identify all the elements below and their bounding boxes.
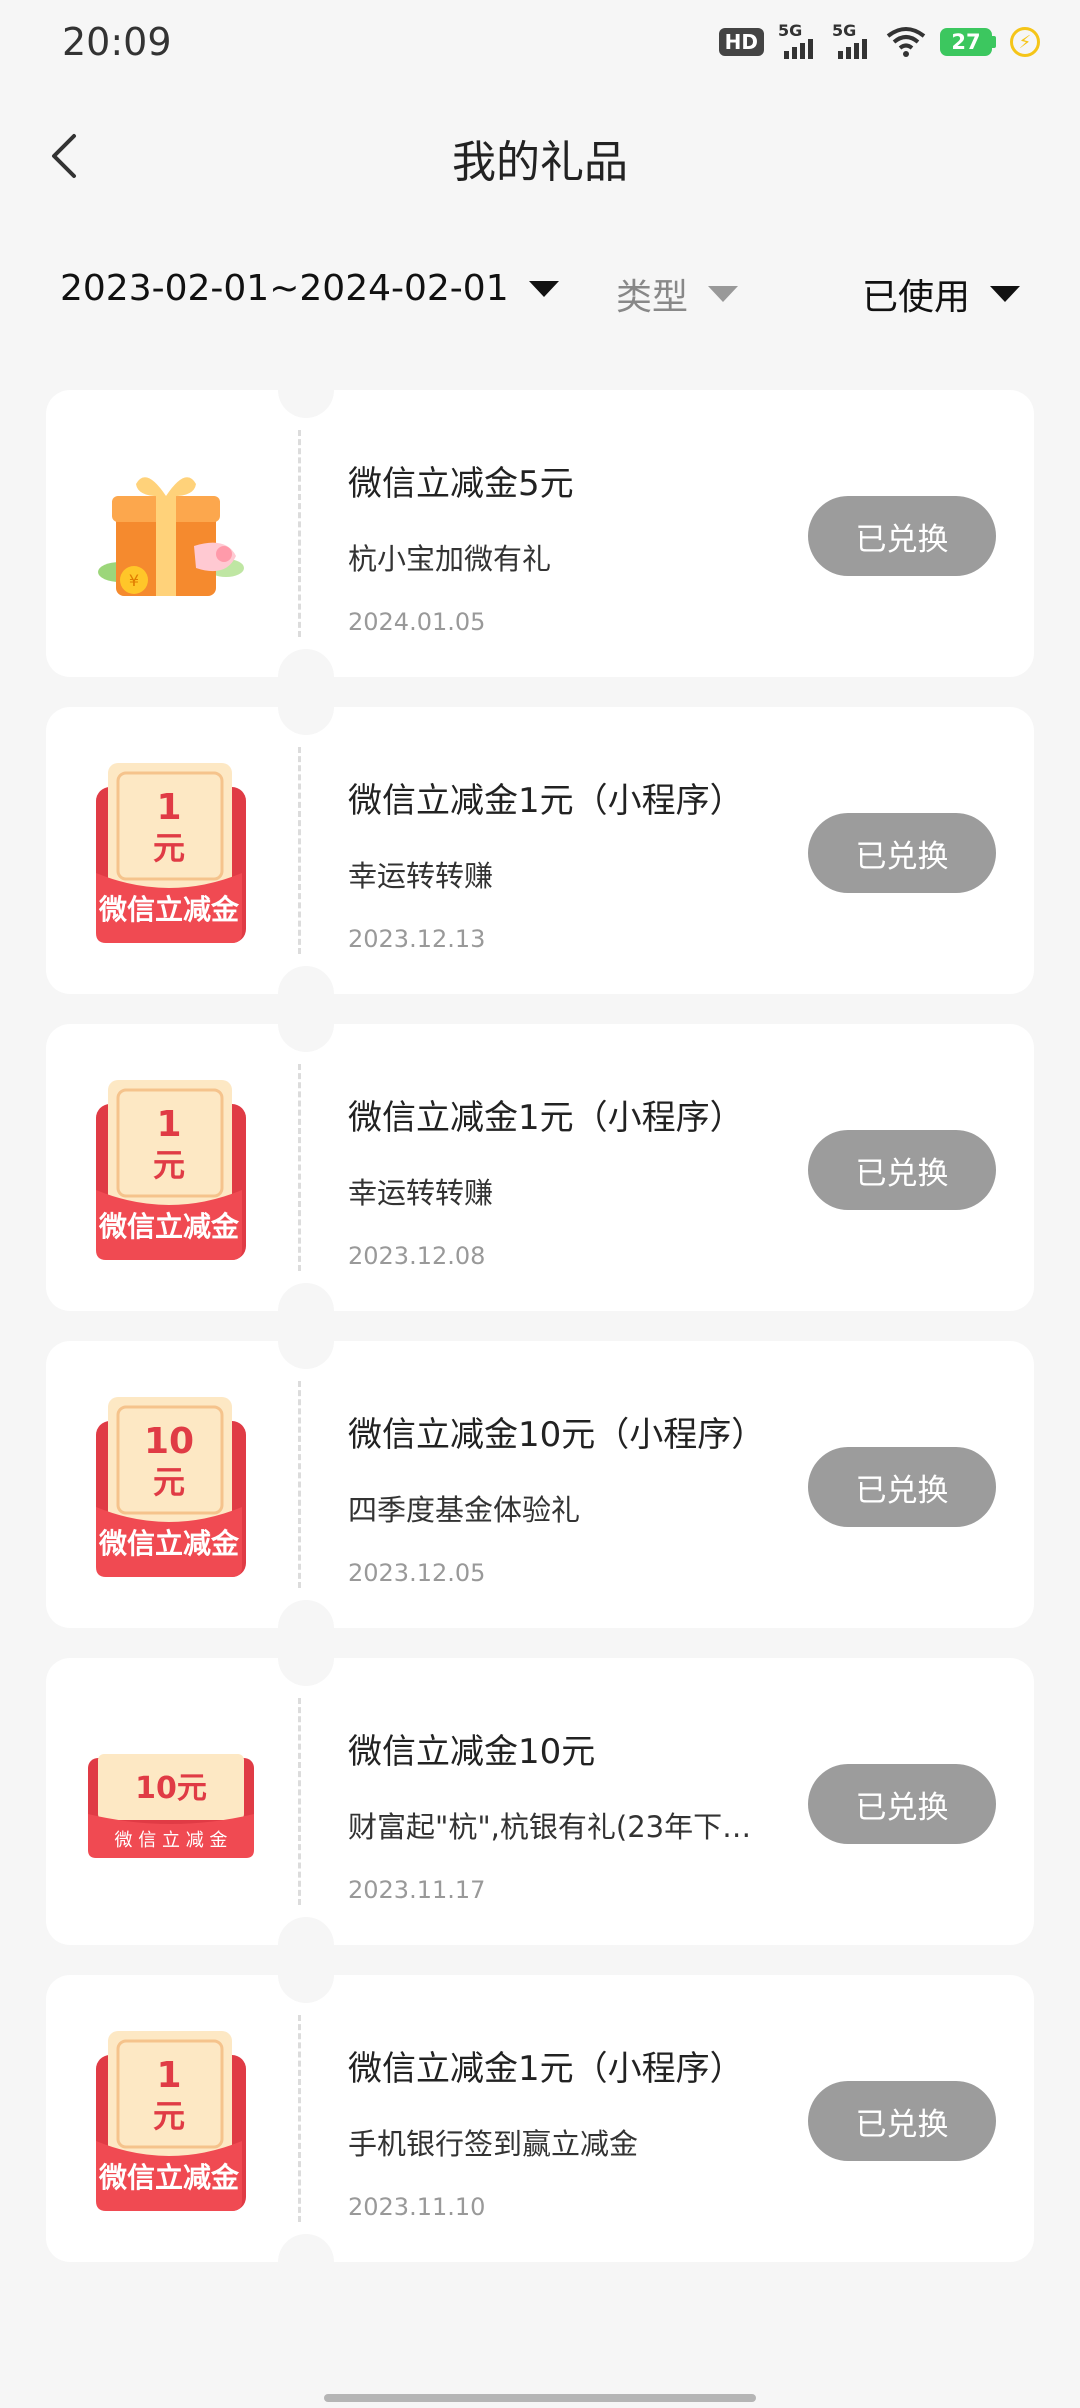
redeemed-button[interactable]: 已兑换 [808,2081,996,2161]
gift-date: 2023.12.08 [348,1242,486,1270]
red-envelope-icon: 1 元 微信立减金 [96,2031,246,2211]
gift-date: 2023.12.13 [348,925,486,953]
envelope-unit: 元 [153,1146,185,1184]
gift-card[interactable]: 1 元 微信立减金 微信立减金1元（小程序） 幸运转转赚 2023.12.13 … [46,679,1034,1022]
gift-date: 2024.01.05 [348,608,486,636]
envelope-unit: 元 [153,829,185,867]
envelope-unit: 元 [153,1463,185,1501]
envelope-caption: 微信立减金 [98,2161,240,2194]
type-filter[interactable]: 类型 [616,268,739,320]
home-indicator[interactable] [324,2394,756,2402]
red-envelope-icon: 1 元 微信立减金 [96,763,246,943]
red-envelope-icon: 1 元 微信立减金 [96,1080,246,1260]
gift-date: 2023.11.10 [348,2193,486,2221]
wifi-icon [886,27,926,57]
envelope-amount: 1 [156,2055,181,2096]
date-range-filter[interactable]: 2023-02-01~2024-02-01 [60,268,559,309]
redeemed-button[interactable]: 已兑换 [808,1447,996,1527]
dropdown-arrow-icon [528,280,559,297]
page-title: 我的礼品 [452,137,628,188]
gift-source: 幸运转转赚 [348,1176,494,1210]
status-filter[interactable]: 已使用 [862,268,1021,320]
gift-source: 幸运转转赚 [348,859,494,893]
gift-source: 手机银行签到赢立减金 [348,2127,639,2161]
gift-list: ¥ 微信立减金5元 杭小宝加微有礼 2024.01.05 已兑换 1 元 微信立… [46,362,1034,2292]
gift-card[interactable]: ¥ 微信立减金5元 杭小宝加微有礼 2024.01.05 已兑换 [46,362,1034,705]
envelope-caption: 微信立减金 [98,893,240,926]
status-icons: HD 5G 5G 27 ⚡ [718,21,1040,62]
dropdown-arrow-icon [708,286,739,302]
envelope-amount: 1 [156,1104,181,1145]
gift-card[interactable]: 1 元 微信立减金 微信立减金1元（小程序） 幸运转转赚 2023.12.08 … [46,996,1034,1339]
date-range-label: 2023-02-01~2024-02-01 [60,268,509,309]
gift-date: 2023.11.17 [348,1876,486,1904]
charging-icon: ⚡ [1010,27,1040,57]
gift-card[interactable]: 10元 微 信 立 减 金 微信立减金10元 财富起"杭",杭银有礼(23年下…… [46,1630,1034,1973]
gift-source: 四季度基金体验礼 [348,1493,581,1527]
battery-icon: 27 [940,28,996,56]
status-time: 20:09 [62,20,172,64]
gift-title: 微信立减金5元 [348,464,574,504]
envelope-caption: 微 信 立 减 金 [115,1830,228,1851]
signal-icon: 5G [778,21,818,59]
gift-source: 杭小宝加微有礼 [348,542,552,576]
gift-source: 财富起"杭",杭银有礼(23年下… [348,1810,752,1844]
gift-card[interactable]: 1 元 微信立减金 微信立减金1元（小程序） 手机银行签到赢立减金 2023.1… [46,1947,1034,2290]
envelope-amount: 1 [156,787,181,828]
header: 我的礼品 [0,86,1080,226]
envelope-amount: 10 [144,1421,194,1462]
redeemed-button[interactable]: 已兑换 [808,1130,996,1210]
red-envelope-icon: 10 元 微信立减金 [96,1397,246,1577]
dropdown-arrow-icon [990,286,1021,302]
gift-title: 微信立减金10元 [348,1732,596,1772]
gift-title: 微信立减金1元（小程序） [348,2049,744,2089]
gift-card[interactable]: 10 元 微信立减金 微信立减金10元（小程序） 四季度基金体验礼 2023.1… [46,1313,1034,1656]
gift-box-icon: ¥ [98,477,244,596]
status-bar: 20:09 HD 5G 5G 27 ⚡ [0,0,1080,86]
envelope-caption: 微信立减金 [98,1527,240,1560]
gift-title: 微信立减金1元（小程序） [348,1098,744,1138]
gift-title: 微信立减金10元（小程序） [348,1415,766,1455]
envelope-unit: 元 [153,2097,185,2135]
envelope-amount: 10元 [135,1771,207,1806]
status-filter-label: 已使用 [862,277,971,318]
red-envelope-flat-icon: 10元 微 信 立 减 金 [88,1754,254,1858]
redeemed-button[interactable]: 已兑换 [808,1764,996,1844]
hd-icon: HD [718,28,764,56]
filter-bar: 2023-02-01~2024-02-01 类型 已使用 [0,250,1080,330]
envelope-caption: 微信立减金 [98,1210,240,1243]
svg-text:¥: ¥ [129,571,139,590]
redeemed-button[interactable]: 已兑换 [808,496,996,576]
signal-icon: 5G [832,21,872,59]
gift-title: 微信立减金1元（小程序） [348,781,744,821]
redeemed-button[interactable]: 已兑换 [808,813,996,893]
type-filter-label: 类型 [616,277,689,318]
gift-date: 2023.12.05 [348,1559,486,1587]
